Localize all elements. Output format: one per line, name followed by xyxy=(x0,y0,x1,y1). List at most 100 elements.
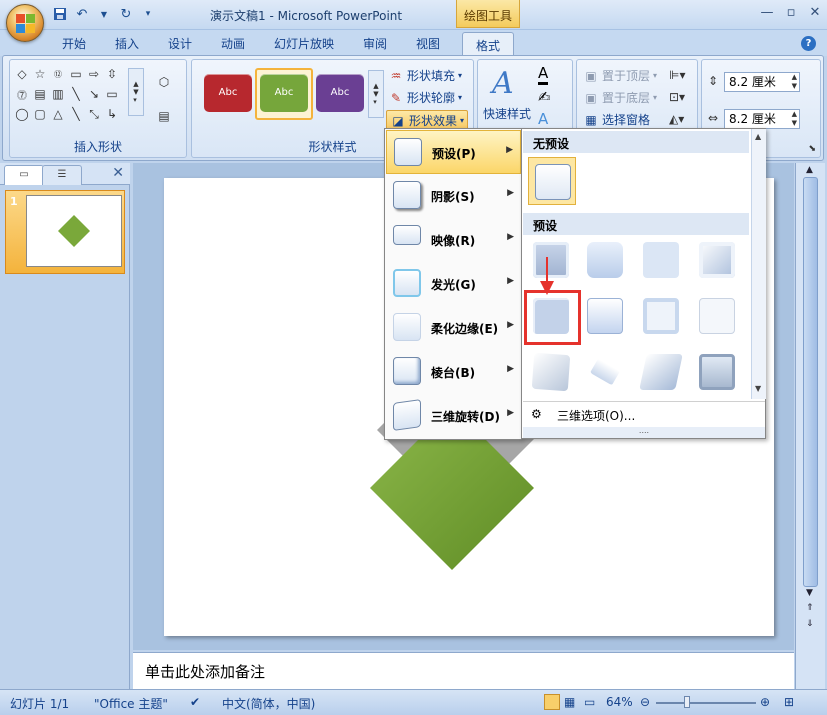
width-spinner-icon[interactable]: ▲ ▼ xyxy=(792,110,797,128)
diamond-shape-icon[interactable]: ◇ xyxy=(14,66,30,82)
zoom-out-icon[interactable]: ⊖ xyxy=(640,695,650,709)
zoom-level[interactable]: 64% xyxy=(606,695,633,709)
vertical-textbox-shape-icon[interactable]: ▥ xyxy=(50,86,66,102)
width-input[interactable]: 8.2 厘米 ▲ ▼ xyxy=(724,109,800,129)
slideshow-view-icon[interactable]: ▭ xyxy=(584,695,595,709)
menu-item-bevel[interactable]: 棱台(B) ▶ xyxy=(386,350,521,394)
question-shape-icon[interactable]: ⓻ xyxy=(14,86,30,102)
tab-review[interactable]: 审阅 xyxy=(363,35,387,52)
customize-qat-icon[interactable]: ▾ xyxy=(140,6,156,22)
save-icon[interactable] xyxy=(52,6,68,22)
shapes-scroll-icon[interactable]: ▲ ▼ ▾ xyxy=(128,68,144,116)
triangle-shape-icon[interactable]: △ xyxy=(50,106,66,122)
text-outline-icon[interactable]: ✍ xyxy=(538,88,551,106)
shape-fill-button[interactable]: ♒ 形状填充 ▾ xyxy=(388,67,462,84)
oval-shape-icon[interactable]: ◯ xyxy=(14,106,30,122)
shape-outline-button[interactable]: ✎ 形状轮廓 ▾ xyxy=(388,89,462,106)
vertical-scrollbar[interactable]: ▲ ▼ ⇑ ⇓ xyxy=(795,163,825,689)
close-button[interactable]: ✕ xyxy=(802,4,827,22)
preset-option-2[interactable] xyxy=(584,239,626,281)
arrow-updown-shape-icon[interactable]: ⇳ xyxy=(104,66,120,82)
elbow-arrow-shape-icon[interactable]: ↳ xyxy=(104,106,120,122)
text-effects-icon[interactable]: A xyxy=(538,110,548,128)
zoom-slider-handle[interactable] xyxy=(684,696,690,708)
notes-pane[interactable]: 单击此处添加备注 xyxy=(133,652,794,689)
scroll-thumb[interactable] xyxy=(803,177,818,587)
rounded-rectangle-shape-icon[interactable]: ▢ xyxy=(32,106,48,122)
redo-icon[interactable]: ↻ xyxy=(118,6,134,22)
slides-tab[interactable]: ▭ xyxy=(4,165,44,185)
rotate-icon[interactable]: ◭▾ xyxy=(669,112,684,126)
tab-design[interactable]: 设计 xyxy=(168,35,192,52)
textbox-shape-icon[interactable]: ▤ xyxy=(32,86,48,102)
gallery-scroll-up-icon[interactable]: ▲ xyxy=(755,132,761,141)
menu-item-reflection[interactable]: 映像(R) ▶ xyxy=(386,218,521,262)
bring-to-front-button[interactable]: ▣ 置于顶层 ▾ xyxy=(583,67,657,84)
scroll-up-icon[interactable]: ▲ xyxy=(806,165,813,175)
text-box-icon[interactable]: ▤ xyxy=(156,108,172,124)
tab-insert[interactable]: 插入 xyxy=(115,35,139,52)
language[interactable]: 中文(简体，中国) xyxy=(222,695,315,712)
quick-styles-icon[interactable]: A xyxy=(492,66,514,101)
next-slide-icon[interactable]: ⇓ xyxy=(806,619,814,629)
dropdown-arrow-icon[interactable]: ▼ xyxy=(96,6,112,22)
menu-item-soft-edges[interactable]: 柔化边缘(E) ▶ xyxy=(386,306,521,350)
preset-option-10[interactable] xyxy=(584,351,626,393)
text-fill-icon[interactable]: A xyxy=(538,64,549,85)
quick-styles-button[interactable]: 快速样式 xyxy=(483,105,531,122)
seal-shape-icon[interactable]: ⑫ xyxy=(50,66,66,82)
spellcheck-icon[interactable]: ✔ xyxy=(190,695,200,709)
tab-animation[interactable]: 动画 xyxy=(221,35,245,52)
arrow-line-shape-icon[interactable]: ↘ xyxy=(86,86,102,102)
close-panel-icon[interactable]: ✕ xyxy=(112,165,124,181)
zoom-in-icon[interactable]: ⊕ xyxy=(760,695,770,709)
fit-window-icon[interactable]: ⊞ xyxy=(784,695,794,709)
preset-option-12[interactable] xyxy=(696,351,738,393)
slide-sorter-icon[interactable]: ▦ xyxy=(564,695,575,709)
send-to-back-button[interactable]: ▣ 置于底层 ▾ xyxy=(583,89,657,106)
preset-option-9[interactable] xyxy=(530,351,572,393)
menu-item-3d-rotation[interactable]: 三维旋转(D) ▶ xyxy=(386,394,521,438)
no-preset-option[interactable] xyxy=(528,157,576,205)
height-input[interactable]: 8.2 厘米 ▲ ▼ xyxy=(724,72,800,92)
minimize-button[interactable]: — xyxy=(754,4,780,22)
scroll-down-icon[interactable]: ▼ xyxy=(806,588,813,598)
size-dialog-launcher-icon[interactable]: ⬊ xyxy=(808,144,816,154)
edit-shape-icon[interactable]: ⬡ xyxy=(156,74,172,90)
office-button[interactable] xyxy=(6,4,44,42)
rounded-rect-shape-icon[interactable]: ▭ xyxy=(68,66,84,82)
menu-item-preset[interactable]: 预设(P) ▶ xyxy=(386,130,521,174)
restore-button[interactable]: ▫ xyxy=(778,4,804,22)
selection-pane-button[interactable]: ▦ 选择窗格 xyxy=(583,111,650,128)
style-purple-button[interactable]: Abc xyxy=(316,74,364,112)
height-spinner-icon[interactable]: ▲ ▼ xyxy=(792,73,797,91)
preset-option-11[interactable] xyxy=(639,351,683,393)
group-icon[interactable]: ⊡▾ xyxy=(669,90,685,104)
style-red-button[interactable]: Abc xyxy=(204,74,252,112)
line-shape-icon[interactable]: ╲ xyxy=(68,86,84,102)
gallery-resize-handle[interactable]: .... xyxy=(523,427,765,438)
align-icon[interactable]: ⊫▾ xyxy=(669,68,685,82)
arrow-right-shape-icon[interactable]: ⇨ xyxy=(86,66,102,82)
tab-format[interactable]: 格式 xyxy=(462,32,514,56)
normal-view-icon[interactable] xyxy=(544,694,560,710)
3d-options-button[interactable]: ⚙ 三维选项(O)... xyxy=(523,401,765,427)
preset-option-3[interactable] xyxy=(640,239,682,281)
diagonal-line-shape-icon[interactable]: ╲ xyxy=(68,106,84,122)
styles-scroll-icon[interactable]: ▲ ▼ ▾ xyxy=(368,70,384,118)
tab-home[interactable]: 开始 xyxy=(62,35,86,52)
style-green-button[interactable]: Abc xyxy=(260,74,308,112)
zoom-slider[interactable] xyxy=(656,702,756,704)
preset-option-8[interactable] xyxy=(696,295,738,337)
help-icon[interactable]: ? xyxy=(801,36,816,51)
menu-item-shadow[interactable]: 阴影(S) ▶ xyxy=(386,174,521,218)
prev-slide-icon[interactable]: ⇑ xyxy=(806,603,814,613)
double-arrow-line-shape-icon[interactable]: ⤡ xyxy=(86,106,102,122)
menu-item-glow[interactable]: 发光(G) ▶ xyxy=(386,262,521,306)
outline-tab[interactable]: ☰ xyxy=(42,165,82,185)
preset-option-4[interactable] xyxy=(696,239,738,281)
undo-icon[interactable]: ↶ xyxy=(74,6,90,22)
preset-option-6[interactable] xyxy=(584,295,626,337)
rectangle-shape-icon[interactable]: ▭ xyxy=(104,86,120,102)
preset-option-7[interactable] xyxy=(640,295,682,337)
